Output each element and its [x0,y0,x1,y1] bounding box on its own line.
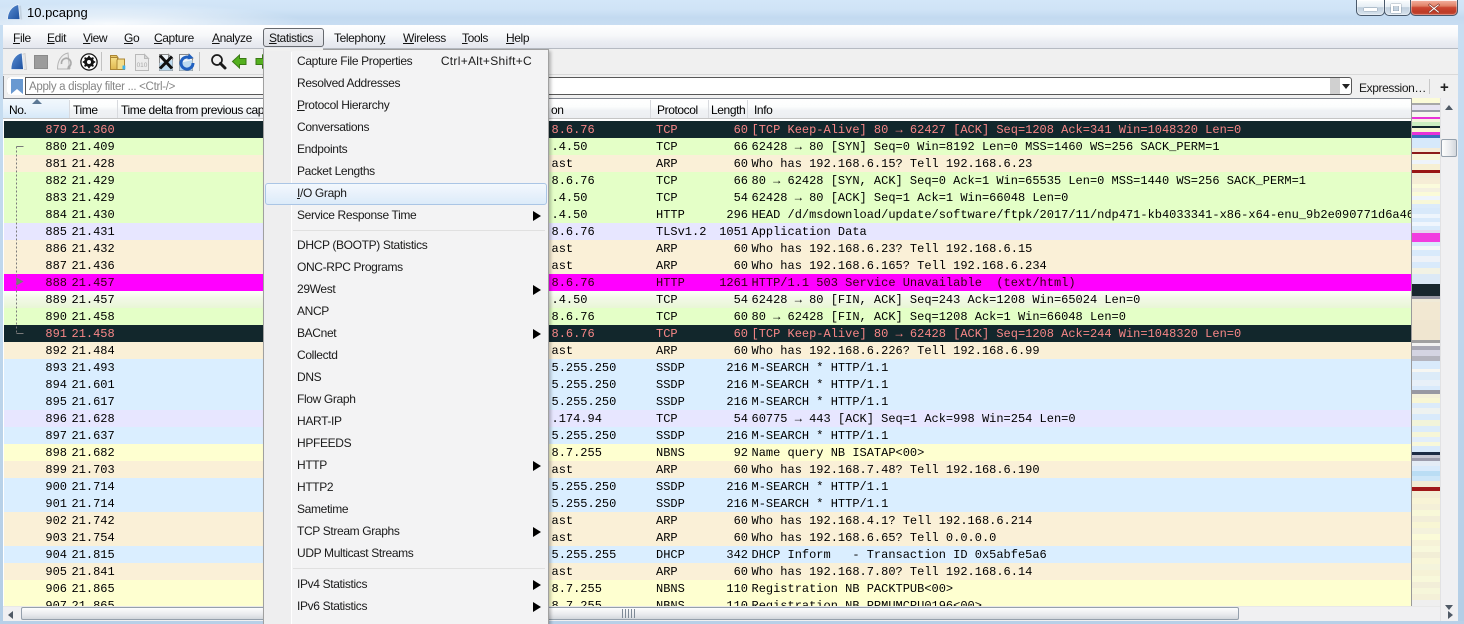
svg-text:010: 010 [137,62,148,69]
